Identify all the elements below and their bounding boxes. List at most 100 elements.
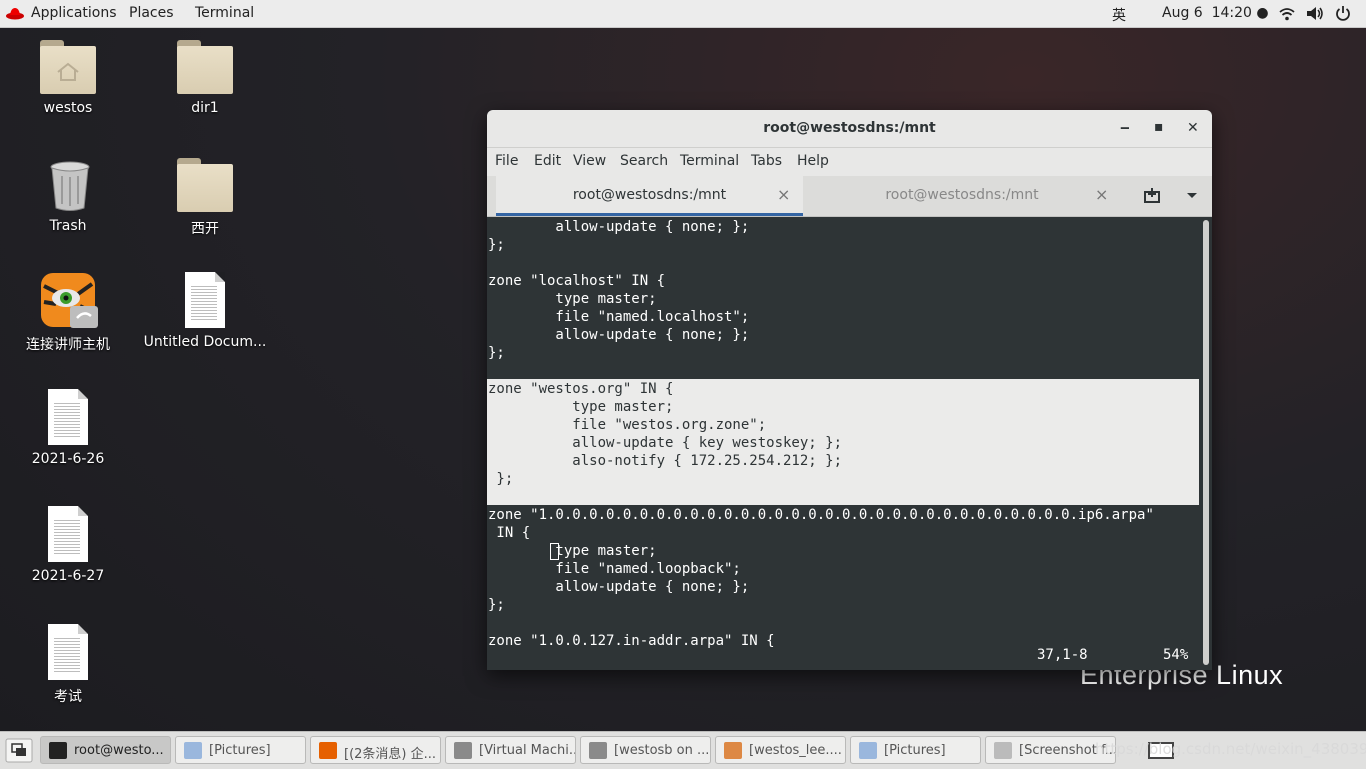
terminal-output[interactable]: allow-update { none; };}; zone "localhost…: [487, 217, 1199, 670]
terminal-line: file "westos.org.zone";: [488, 417, 767, 433]
tab-dropdown-icon[interactable]: [1186, 192, 1198, 200]
document-icon: [48, 624, 88, 680]
menu-edit[interactable]: Edit: [534, 153, 561, 169]
window-titlebar[interactable]: root@westosdns:/mnt ‒ ▪ ✕: [487, 110, 1212, 148]
tab-close-icon[interactable]: ×: [777, 185, 790, 204]
taskbar-app-icon: [994, 742, 1012, 759]
terminal-line: allow-update { none; };: [488, 327, 750, 343]
redhat-logo-icon: [6, 8, 24, 20]
menu-view[interactable]: View: [573, 153, 606, 169]
terminal-window[interactable]: root@westosdns:/mnt ‒ ▪ ✕ File Edit View…: [487, 110, 1212, 670]
menu-help[interactable]: Help: [797, 153, 829, 169]
taskbar-item-label: [(2条消息) 企...: [344, 747, 437, 762]
document-icon: [185, 272, 225, 328]
terminal-line: file "named.localhost";: [488, 309, 750, 325]
terminal-line: zone "1.0.0.0.0.0.0.0.0.0.0.0.0.0.0.0.0.…: [488, 507, 1154, 523]
scrollbar[interactable]: [1203, 220, 1209, 665]
watermark: https://blog.csdn.net/weixin_43803940: [1095, 740, 1366, 758]
show-desktop-icon[interactable]: [5, 738, 33, 763]
tab-label: root@westosdns:/mnt: [885, 187, 1039, 203]
terminal-line: allow-update { key westoskey; };: [488, 435, 843, 451]
taskbar-item[interactable]: [Pictures]: [850, 736, 981, 764]
volume-icon[interactable]: [1306, 6, 1324, 21]
desktop-icon-untitled-document[interactable]: Untitled Docum...: [140, 272, 270, 352]
applications-menu[interactable]: Applications: [31, 5, 117, 21]
terminal-line: allow-update { none; };: [488, 579, 750, 595]
tab-terminal-2[interactable]: root@westosdns:/mnt ×: [812, 176, 1112, 216]
taskbar-app-icon: [49, 742, 67, 759]
places-menu[interactable]: Places: [129, 5, 174, 21]
folder-icon: [177, 40, 233, 94]
taskbar-item[interactable]: [westos_lee....: [715, 736, 846, 764]
terminal-line: };: [488, 597, 505, 613]
taskbar-item-label: [westosb on ...: [614, 743, 710, 758]
taskbar-item[interactable]: root@westo...: [40, 736, 171, 764]
close-button[interactable]: ✕: [1187, 120, 1199, 136]
terminal-line: zone "1.0.0.127.in-addr.arpa" IN {: [488, 633, 775, 649]
power-icon[interactable]: [1335, 5, 1351, 21]
desktop-icon-label: 考试: [54, 689, 82, 705]
taskbar-app-icon: [589, 742, 607, 759]
clock[interactable]: Aug 6 14:20 ●: [1162, 5, 1269, 21]
desktop-icon-trash[interactable]: Trash: [3, 158, 133, 238]
tab-close-icon[interactable]: ×: [1095, 185, 1108, 204]
taskbar-app-icon: [724, 742, 742, 759]
terminal-app-menu[interactable]: Terminal: [195, 5, 254, 21]
tab-bar: root@westosdns:/mnt × root@westosdns:/mn…: [487, 176, 1212, 217]
menu-terminal[interactable]: Terminal: [680, 153, 739, 169]
terminal-line: };: [488, 471, 514, 487]
tab-label: root@westosdns:/mnt: [572, 187, 727, 203]
taskbar-app-icon: [859, 742, 877, 759]
taskbar-item-label: [westos_lee....: [749, 743, 842, 758]
desktop-icon-label: dir1: [191, 100, 219, 116]
menu-file[interactable]: File: [495, 153, 518, 169]
terminal-line: type master;: [488, 291, 657, 307]
desktop-icon-xikai[interactable]: 西开: [140, 158, 270, 238]
taskbar-item-label: [Virtual Machi...: [479, 743, 576, 758]
terminal-line: };: [488, 345, 505, 361]
cursor-position: 37,1-8: [1037, 647, 1088, 663]
terminal-line: IN {: [488, 525, 531, 541]
desktop-icon-label: Trash: [49, 218, 87, 234]
desktop-icon-label: Untitled Docum...: [143, 334, 267, 350]
taskbar-app-icon: [454, 742, 472, 759]
top-panel: Applications Places Terminal 英 Aug 6 14:…: [0, 0, 1366, 28]
desktop-icon-label: 2021-6-27: [31, 568, 105, 584]
taskbar-app-icon: [319, 742, 337, 759]
menu-tabs[interactable]: Tabs: [751, 153, 782, 169]
home-folder-icon: [40, 40, 96, 94]
desktop-icon-kaoshi[interactable]: 考试: [3, 624, 133, 705]
wifi-icon[interactable]: [1279, 7, 1295, 21]
desktop-icon-2021-6-27[interactable]: 2021-6-27: [3, 506, 133, 586]
terminal-line: file "named.loopback";: [488, 561, 741, 577]
taskbar-item[interactable]: [Virtual Machi...: [445, 736, 576, 764]
taskbar-item-label: [Pictures]: [884, 743, 946, 758]
tab-terminal-1[interactable]: root@westosdns:/mnt ×: [496, 176, 803, 216]
taskbar-item[interactable]: [(2条消息) 企...: [310, 736, 441, 764]
terminal-line: allow-update { none; };: [488, 219, 750, 235]
desktop-icon-2021-6-26[interactable]: 2021-6-26: [3, 389, 133, 469]
menu-search[interactable]: Search: [620, 153, 668, 169]
terminal-line: type master;: [488, 399, 674, 415]
taskbar-item[interactable]: [westosb on ...: [580, 736, 711, 764]
desktop-icon-westos[interactable]: westos: [3, 40, 133, 120]
taskbar-item[interactable]: [Pictures]: [175, 736, 306, 764]
desktop-icon-label: westos: [43, 100, 93, 116]
new-tab-icon[interactable]: [1143, 188, 1161, 204]
maximize-button[interactable]: ▪: [1154, 119, 1164, 135]
trash-icon: [50, 161, 90, 211]
terminal-line: also-notify { 172.25.254.212; };: [488, 453, 843, 469]
desktop-icon-label: 连接讲师主机: [26, 337, 110, 353]
desktop-icon-connect-teacher[interactable]: 连接讲师主机: [3, 272, 133, 353]
taskbar-app-icon: [184, 742, 202, 759]
document-icon: [48, 506, 88, 562]
input-method-indicator[interactable]: 英: [1112, 5, 1126, 25]
desktop-icon-dir1[interactable]: dir1: [140, 40, 270, 120]
remote-viewer-icon: [41, 273, 98, 328]
taskbar-item-label: [Pictures]: [209, 743, 271, 758]
desktop-icon-label: 2021-6-26: [31, 451, 105, 467]
scroll-percent: 54%: [1163, 647, 1189, 663]
menubar: File Edit View Search Terminal Tabs Help: [487, 148, 1212, 176]
terminal-line: };: [488, 237, 505, 253]
minimize-button[interactable]: ‒: [1120, 120, 1130, 136]
